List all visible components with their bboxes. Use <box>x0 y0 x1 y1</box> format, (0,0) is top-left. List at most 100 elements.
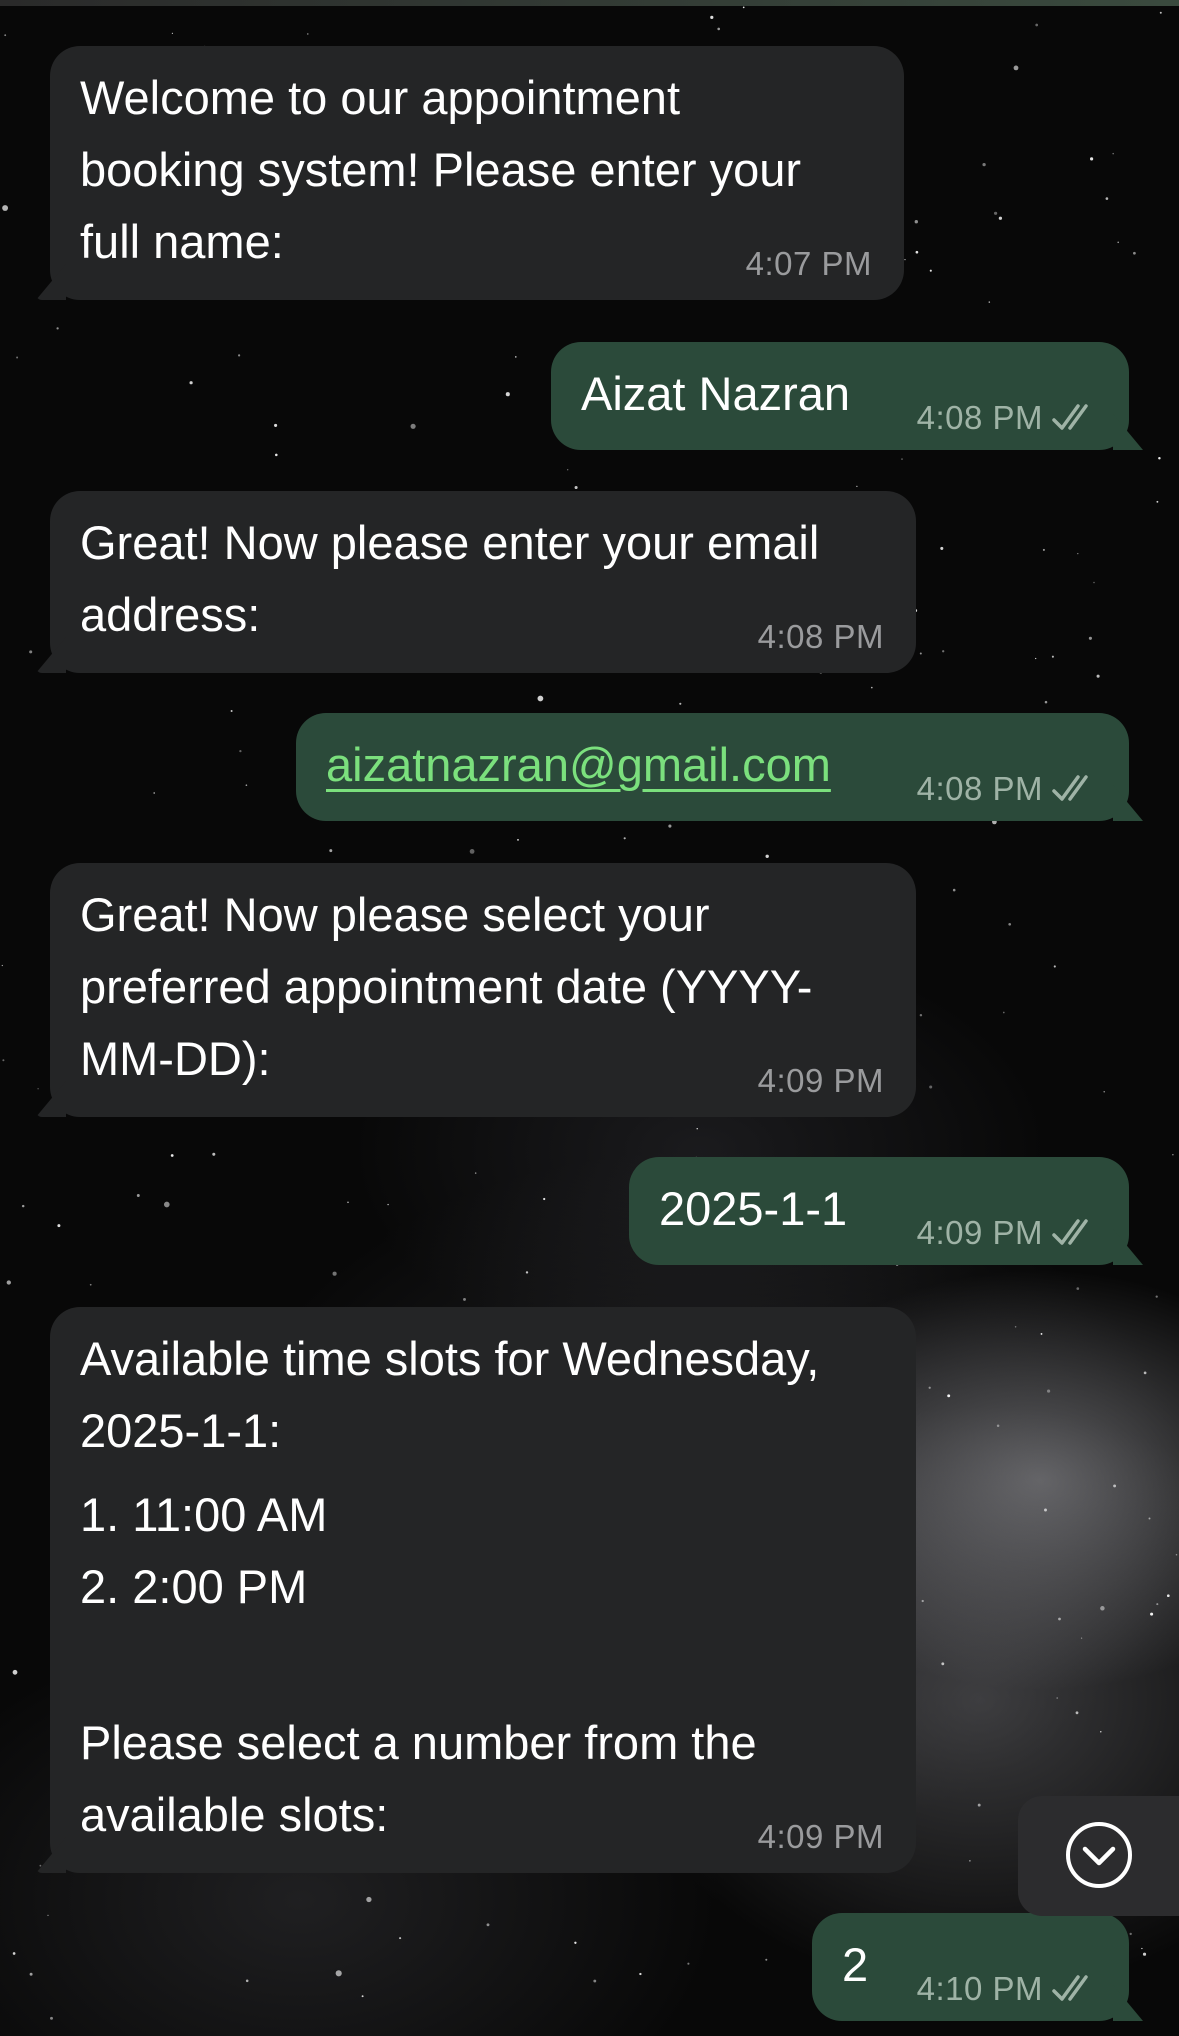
message-bubble-outgoing[interactable]: 2 4:10 PM <box>812 1913 1143 2021</box>
star <box>1133 251 1136 255</box>
star <box>1148 1517 1151 1520</box>
star <box>329 849 333 853</box>
star <box>567 469 569 471</box>
star <box>163 1201 170 1208</box>
star <box>969 1860 971 1862</box>
star <box>16 356 19 359</box>
star <box>914 220 918 224</box>
message-bubble-incoming[interactable]: Great! Now please select your preferred … <box>36 863 916 1117</box>
star <box>170 1154 174 1157</box>
message-timestamp: 4:09 PM <box>757 1062 884 1099</box>
message-text: 2025-1-1 <box>659 1182 848 1235</box>
star <box>1159 11 1162 14</box>
star <box>525 1271 529 1274</box>
star <box>1042 548 1045 551</box>
message-bubble-incoming[interactable]: Welcome to our appointment booking syste… <box>36 46 904 300</box>
message-bubble-incoming[interactable]: Available time slots for Wednesday, 2025… <box>36 1307 916 1873</box>
star <box>1155 1295 1158 1298</box>
star <box>1141 1947 1143 1950</box>
star <box>928 1386 931 1389</box>
star <box>245 1979 249 1983</box>
star <box>230 710 233 712</box>
star <box>679 702 682 705</box>
star <box>574 485 578 490</box>
star <box>239 749 242 753</box>
star <box>6 1280 11 1285</box>
message-text: Available time slots for Wednesday, 2025… <box>80 1323 819 1851</box>
star <box>1156 1603 1159 1606</box>
star <box>275 453 278 457</box>
star <box>29 1972 33 1976</box>
star <box>639 1972 642 1976</box>
double-check-icon <box>1052 1975 1088 2001</box>
star <box>12 1952 16 1955</box>
star <box>940 546 944 550</box>
star <box>543 1197 546 1201</box>
star <box>238 354 241 357</box>
star <box>245 784 248 787</box>
star <box>1040 1332 1043 1335</box>
star <box>1113 1484 1117 1488</box>
star <box>919 652 922 655</box>
star <box>1088 636 1092 640</box>
star <box>1080 1637 1083 1639</box>
star <box>915 250 919 254</box>
message-bubble-incoming[interactable]: Great! Now please enter your email addre… <box>36 491 916 673</box>
star <box>942 650 945 653</box>
scroll-to-bottom-button[interactable] <box>1018 1796 1179 1916</box>
star <box>919 1013 923 1017</box>
message-line: Please select a number from the <box>80 1716 757 1769</box>
message-bubble-outgoing[interactable]: 2025-1-1 4:09 PM <box>629 1157 1143 1265</box>
message-line: MM-DD): <box>80 1032 271 1085</box>
star <box>1002 1011 1005 1014</box>
message-bubble-outgoing[interactable]: aizatnazran@gmail.com 4:08 PM <box>296 713 1143 821</box>
star <box>1117 241 1119 244</box>
message-timestamp: 4:09 PM <box>757 1818 884 1855</box>
star <box>1035 657 1037 660</box>
star <box>1008 922 1012 926</box>
star <box>4 34 7 37</box>
star <box>901 458 903 460</box>
star <box>136 1194 140 1197</box>
message-bubble-outgoing[interactable]: Aizat Nazran 4:08 PM <box>551 342 1143 450</box>
message-timestamp: 4:09 PM <box>916 1214 1043 1251</box>
star <box>469 849 475 854</box>
star <box>982 162 986 167</box>
message-line: Welcome to our appointment <box>80 71 681 124</box>
star <box>335 1970 342 1977</box>
star <box>1112 152 1114 155</box>
star <box>1156 500 1159 503</box>
star <box>361 1995 364 1998</box>
star <box>153 792 156 794</box>
star <box>1142 1952 1147 1956</box>
star <box>387 1203 389 1206</box>
star <box>856 485 858 488</box>
star <box>1 964 3 967</box>
star <box>57 1224 61 1228</box>
star <box>537 695 544 702</box>
star <box>687 1962 690 1965</box>
star <box>952 888 956 892</box>
star <box>29 650 33 654</box>
star <box>668 824 672 828</box>
double-check-icon <box>1052 404 1088 430</box>
star <box>486 1923 490 1927</box>
star <box>410 423 416 429</box>
email-link[interactable]: aizatnazran@gmail.com <box>326 738 831 791</box>
star <box>988 301 991 303</box>
message-text: Aizat Nazran <box>581 367 851 420</box>
star <box>171 32 174 35</box>
double-check-icon <box>1052 1219 1088 1245</box>
star <box>2 1059 5 1062</box>
star <box>1143 1371 1147 1375</box>
star <box>307 33 309 35</box>
star <box>941 1662 945 1666</box>
star <box>929 269 932 272</box>
star <box>1172 1154 1174 1156</box>
star <box>274 423 278 427</box>
message-text: Welcome to our appointment booking syste… <box>80 62 801 278</box>
star <box>904 258 906 261</box>
message-line: full name: <box>80 215 284 268</box>
star <box>574 1941 577 1944</box>
star <box>56 327 59 330</box>
